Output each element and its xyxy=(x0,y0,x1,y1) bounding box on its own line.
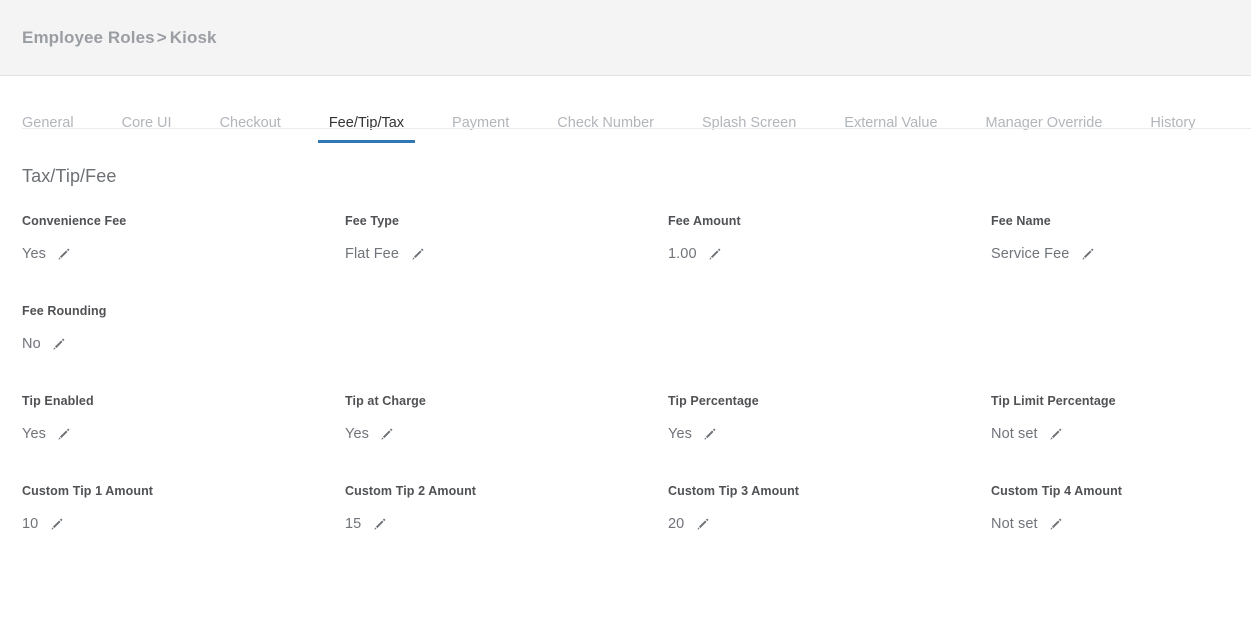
pencil-edit-icon[interactable] xyxy=(48,517,64,533)
page-title: Tax/Tip/Fee xyxy=(22,166,117,186)
field-value: Yes xyxy=(345,426,369,443)
field-value-row: Yes xyxy=(22,247,345,263)
pencil-edit-icon[interactable] xyxy=(1048,517,1064,533)
pencil-edit-icon[interactable] xyxy=(1079,247,1095,263)
breadcrumb-separator-icon: > xyxy=(156,27,167,47)
field-label: Fee Type xyxy=(345,214,400,228)
field-value-row: 10 xyxy=(22,517,345,533)
tab-checkout[interactable]: Checkout xyxy=(220,115,281,144)
pencil-edit-icon[interactable] xyxy=(56,427,72,443)
field-tip-limit-percentage: Tip Limit Percentage Not set xyxy=(991,395,1251,451)
field-grid: Convenience Fee Yes Fee Type Flat Fee Fe… xyxy=(22,215,1229,541)
page-header: Employee Roles > Kiosk xyxy=(0,0,1251,76)
field-value: Yes xyxy=(22,246,46,263)
field-value: Service Fee xyxy=(991,246,1070,263)
field-label: Convenience Fee xyxy=(22,214,127,228)
field-convenience-fee: Convenience Fee Yes xyxy=(22,215,345,271)
tab-general[interactable]: General xyxy=(22,115,74,144)
tab-list: General Core UI Checkout Fee/Tip/Tax Pay… xyxy=(22,76,1196,152)
field-fee-amount: Fee Amount 1.00 xyxy=(668,215,991,271)
field-value: Not set xyxy=(991,516,1038,533)
field-custom-tip-4-amount: Custom Tip 4 Amount Not set xyxy=(991,485,1251,541)
field-custom-tip-1-amount: Custom Tip 1 Amount 10 xyxy=(22,485,345,541)
field-value-row: 15 xyxy=(345,517,668,533)
tab-history[interactable]: History xyxy=(1150,115,1195,144)
pencil-edit-icon[interactable] xyxy=(702,427,718,443)
field-value: No xyxy=(22,336,41,353)
field-fee-name: Fee Name Service Fee xyxy=(991,215,1251,271)
field-value-row: 1.00 xyxy=(668,247,991,263)
tab-splash-screen[interactable]: Splash Screen xyxy=(702,115,796,144)
pencil-edit-icon[interactable] xyxy=(707,247,723,263)
pencil-edit-icon[interactable] xyxy=(379,427,395,443)
tab-bar: General Core UI Checkout Fee/Tip/Tax Pay… xyxy=(0,76,1251,152)
breadcrumb: Employee Roles > Kiosk xyxy=(22,28,217,48)
field-custom-tip-3-amount: Custom Tip 3 Amount 20 xyxy=(668,485,991,541)
field-value-row: Yes xyxy=(22,427,345,443)
field-value-row: Yes xyxy=(668,427,991,443)
tab-external-value[interactable]: External Value xyxy=(844,115,937,144)
field-value: Yes xyxy=(668,426,692,443)
field-value-row: Service Fee xyxy=(991,247,1251,263)
field-fee-type: Fee Type Flat Fee xyxy=(345,215,668,271)
field-value: Not set xyxy=(991,426,1038,443)
field-value-row: Flat Fee xyxy=(345,247,668,263)
pencil-edit-icon[interactable] xyxy=(371,517,387,533)
field-value-row: No xyxy=(22,337,345,353)
field-label: Tip at Charge xyxy=(345,394,426,408)
tab-fee-tip-tax[interactable]: Fee/Tip/Tax xyxy=(317,115,416,144)
pencil-edit-icon[interactable] xyxy=(51,337,67,353)
field-value-row: Not set xyxy=(991,427,1251,443)
field-value: 15 xyxy=(345,516,362,533)
field-value: Flat Fee xyxy=(345,246,399,263)
field-label: Custom Tip 4 Amount xyxy=(991,484,1123,498)
field-label: Tip Limit Percentage xyxy=(991,394,1116,408)
field-value-row: Yes xyxy=(345,427,668,443)
field-tip-at-charge: Tip at Charge Yes xyxy=(345,395,668,451)
field-tip-percentage: Tip Percentage Yes xyxy=(668,395,991,451)
field-label: Tip Percentage xyxy=(668,394,759,408)
tab-manager-override[interactable]: Manager Override xyxy=(986,115,1103,144)
tab-payment[interactable]: Payment xyxy=(452,115,509,144)
field-label: Custom Tip 3 Amount xyxy=(668,484,800,498)
field-value: 10 xyxy=(22,516,39,533)
field-value: Yes xyxy=(22,426,46,443)
field-label: Custom Tip 1 Amount xyxy=(22,484,154,498)
field-value-row: 20 xyxy=(668,517,991,533)
field-fee-rounding: Fee Rounding No xyxy=(22,305,345,361)
tab-core-ui[interactable]: Core UI xyxy=(122,115,172,144)
field-value: 20 xyxy=(668,516,685,533)
pencil-edit-icon[interactable] xyxy=(409,247,425,263)
pencil-edit-icon[interactable] xyxy=(56,247,72,263)
field-label: Custom Tip 2 Amount xyxy=(345,484,477,498)
pencil-edit-icon[interactable] xyxy=(694,517,710,533)
field-label: Fee Name xyxy=(991,214,1051,228)
field-label: Fee Amount xyxy=(668,214,741,228)
field-label: Tip Enabled xyxy=(22,394,94,408)
field-value: 1.00 xyxy=(668,246,697,263)
field-value-row: Not set xyxy=(991,517,1251,533)
content-area: Tax/Tip/Fee Convenience Fee Yes Fee Type… xyxy=(0,152,1251,541)
breadcrumb-current: Kiosk xyxy=(169,27,217,47)
field-tip-enabled: Tip Enabled Yes xyxy=(22,395,345,451)
field-custom-tip-2-amount: Custom Tip 2 Amount 15 xyxy=(345,485,668,541)
pencil-edit-icon[interactable] xyxy=(1048,427,1064,443)
field-label: Fee Rounding xyxy=(22,304,107,318)
tab-check-number[interactable]: Check Number xyxy=(557,115,654,144)
breadcrumb-parent[interactable]: Employee Roles xyxy=(22,28,155,47)
